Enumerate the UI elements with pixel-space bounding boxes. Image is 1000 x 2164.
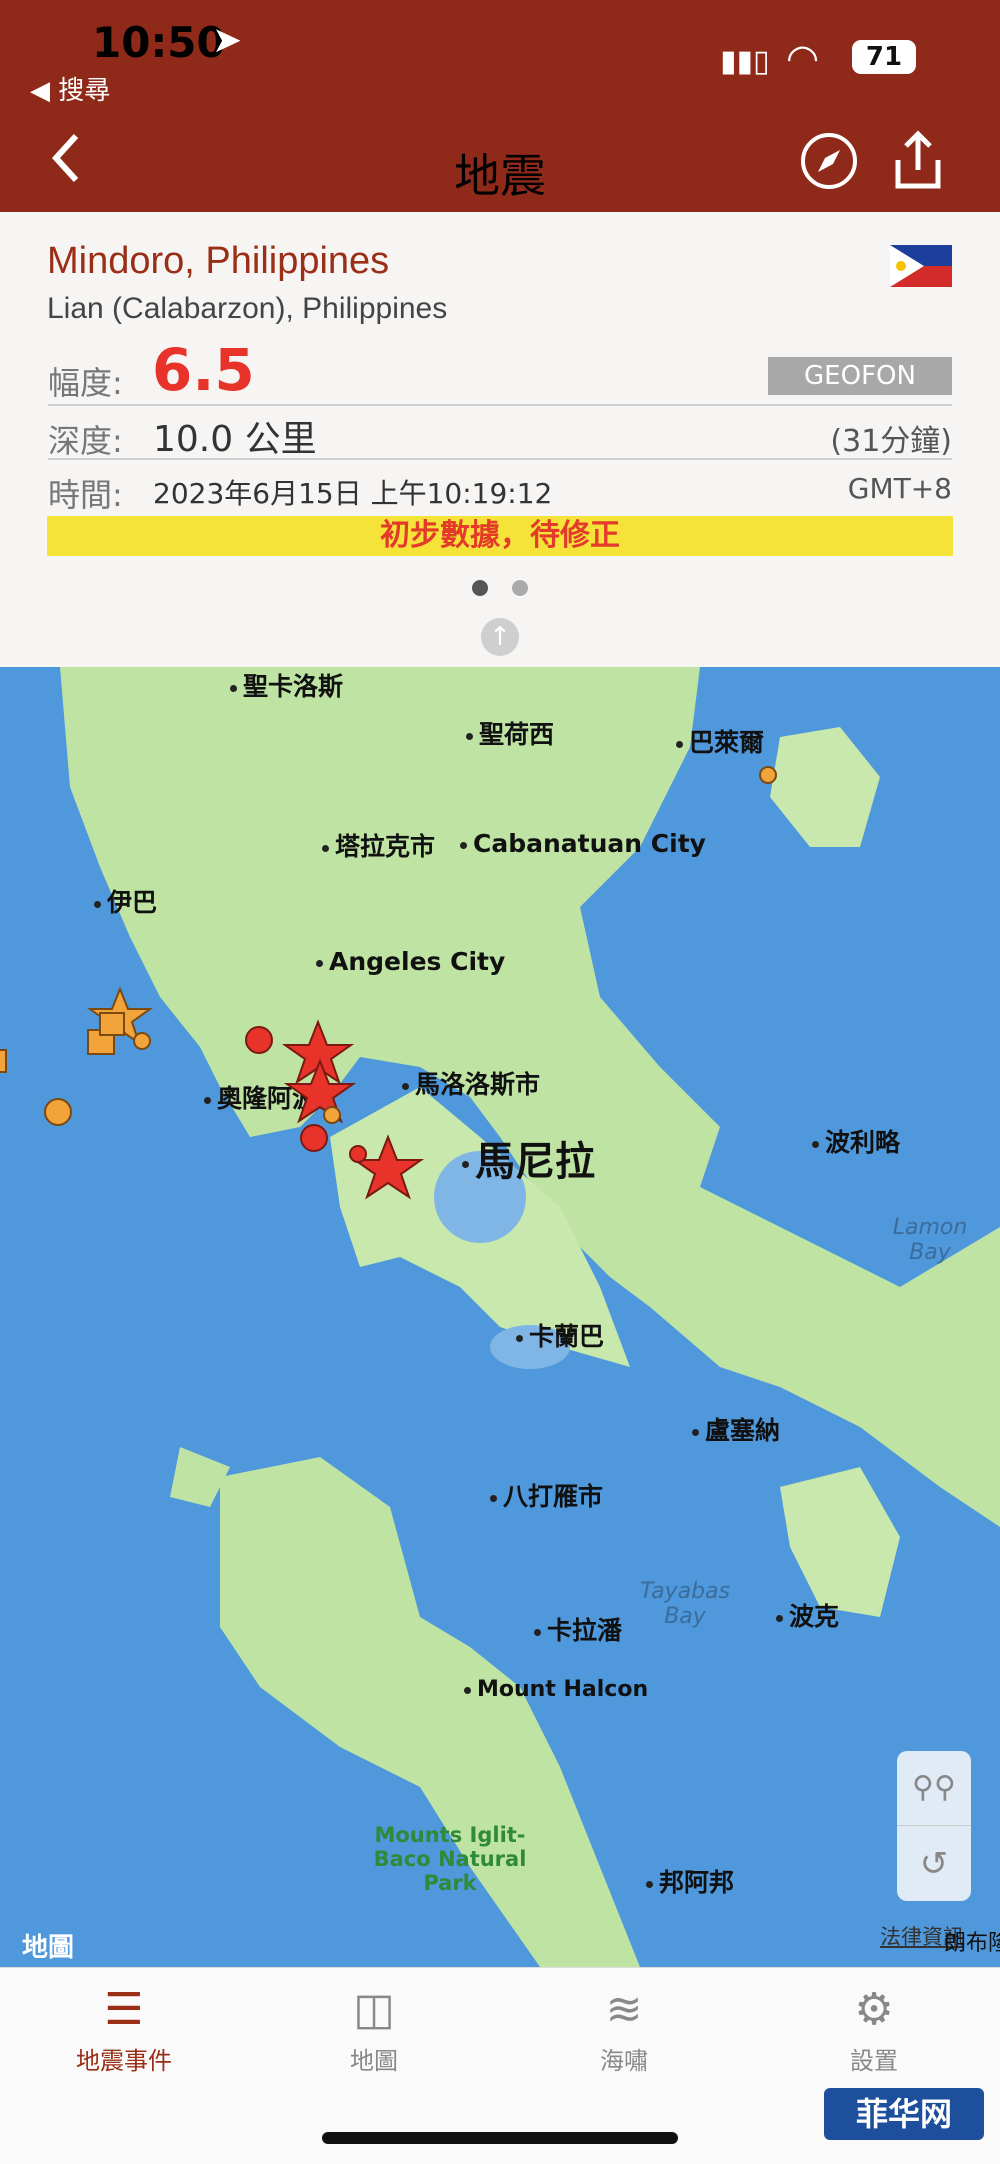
waves-icon: ≋ (605, 1984, 643, 2035)
home-indicator[interactable] (322, 2132, 678, 2144)
location-arrow-icon: ➤ (212, 20, 243, 61)
page-dot[interactable] (512, 580, 528, 596)
divider (48, 458, 952, 460)
quake-markers (0, 766, 777, 1200)
signal-icon: ▮▮▯ (720, 44, 770, 79)
earthquake-marker-square[interactable] (0, 1049, 7, 1073)
attribution-text: 地圖 (22, 1933, 75, 1963)
edge-city-label: 朗布隆 (944, 1931, 1000, 1956)
tab-tsunami[interactable]: ≋ 海嘯 (534, 1984, 714, 2076)
depth-label: 深度: (48, 422, 123, 460)
tab-label: 地圖 (350, 2047, 398, 2075)
preliminary-notice: 初步數據，待修正 (47, 516, 953, 556)
battery-indicator: 71 (852, 40, 916, 74)
battery-level: 71 (865, 42, 903, 72)
quake-sub-place: Lian (Calabarzon), Philippines (47, 292, 448, 325)
map-icon: ◫ (353, 1984, 395, 2035)
tab-events[interactable]: ☰ 地震事件 (34, 1984, 214, 2076)
quake-place: Mindoro, Philippines (47, 240, 390, 282)
timezone: GMT+8 (847, 472, 952, 505)
expand-up-icon[interactable]: ↑ (481, 618, 519, 656)
earthquake-marker[interactable] (759, 766, 777, 784)
earthquake-marker-star[interactable] (351, 1134, 425, 1200)
map-attribution[interactable]: 地圖 (22, 1927, 74, 1964)
source-badge: GEOFON (768, 357, 952, 395)
time-label: 時間: (48, 476, 123, 514)
magnitude-label: 幅度: (48, 364, 123, 402)
depth-value: 10.0 公里 (153, 419, 317, 460)
tab-label: 設置 (850, 2047, 898, 2075)
earthquake-marker-star[interactable] (283, 1058, 357, 1124)
share-icon (895, 130, 941, 189)
map-view[interactable]: 聖卡洛斯 聖荷西 巴萊爾 塔拉克市 Cabanatuan City 伊巴 Ang… (0, 667, 1000, 1967)
divider (48, 404, 952, 406)
watermark: 菲华网 (824, 2088, 984, 2140)
history-icon: ↺ (919, 1844, 949, 1884)
magnitude-value: 6.5 (152, 336, 255, 404)
list-icon: ☰ (104, 1984, 144, 2035)
earthquake-marker[interactable] (245, 1026, 273, 1054)
wifi-icon: ◠ (786, 36, 820, 80)
share-button[interactable] (890, 130, 946, 192)
time-value: 2023年6月15日 上午10:19:12 (153, 477, 553, 510)
earthquake-marker[interactable] (349, 1145, 367, 1163)
gear-icon: ⚙ (854, 1984, 894, 2035)
people-icon: ⚲⚲ (912, 1770, 956, 1805)
earthquake-marker[interactable] (300, 1124, 328, 1152)
tab-label: 地震事件 (76, 2047, 172, 2075)
compass-button[interactable] (800, 132, 858, 190)
status-time: 10:50 (92, 18, 226, 67)
tab-label: 海嘯 (600, 2047, 648, 2075)
earthquake-marker[interactable] (323, 1106, 341, 1124)
earthquake-marker[interactable] (44, 1098, 72, 1126)
elapsed-time: (31分鐘) (830, 424, 952, 459)
back-to-search-link[interactable]: ◀ 搜尋 (30, 70, 110, 107)
map-tools-panel: ⚲⚲ ↺ (897, 1751, 971, 1901)
philippines-flag-icon (890, 245, 952, 287)
earthquake-marker-square[interactable] (99, 1012, 125, 1036)
compass-icon (801, 133, 857, 189)
tab-map[interactable]: ◫ 地圖 (284, 1984, 464, 2076)
tab-settings[interactable]: ⚙ 設置 (784, 1984, 964, 2076)
people-layer-button[interactable]: ⚲⚲ (897, 1751, 971, 1826)
page-dot-active[interactable] (472, 580, 488, 596)
history-button[interactable]: ↺ (897, 1827, 971, 1901)
earthquake-marker[interactable] (133, 1032, 151, 1050)
